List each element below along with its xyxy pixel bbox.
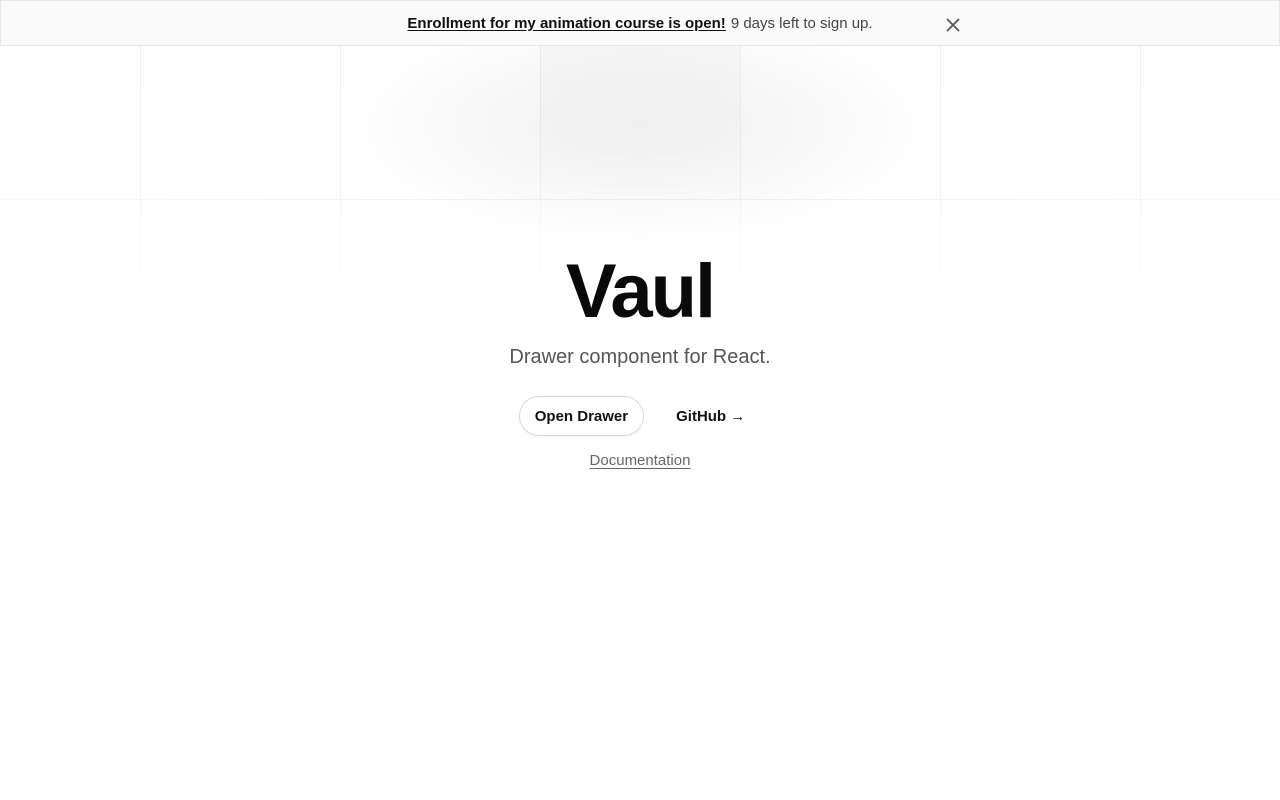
page-title: Vaul (565, 249, 716, 334)
hero-section: Vaul Drawer component for React. Open Dr… (0, 249, 1280, 470)
github-link[interactable]: GitHub → (660, 396, 761, 436)
announcement-banner: Enrollment for my animation course is op… (0, 0, 1280, 46)
background-column-shade (540, 46, 740, 206)
banner-close-button[interactable] (941, 13, 965, 37)
open-drawer-button[interactable]: Open Drawer (518, 396, 645, 436)
banner-deadline-text: 9 days left to sign up. (730, 14, 873, 32)
documentation-link[interactable]: Documentation (590, 452, 691, 469)
course-enrollment-link[interactable]: Enrollment for my animation course is op… (407, 15, 725, 32)
grid-line-horizontal (0, 199, 1280, 200)
close-icon (946, 18, 960, 32)
hero-actions: Open Drawer GitHub → (518, 396, 762, 436)
page: Enrollment for my animation course is op… (0, 0, 1280, 800)
page-subtitle: Drawer component for React. (509, 346, 771, 368)
